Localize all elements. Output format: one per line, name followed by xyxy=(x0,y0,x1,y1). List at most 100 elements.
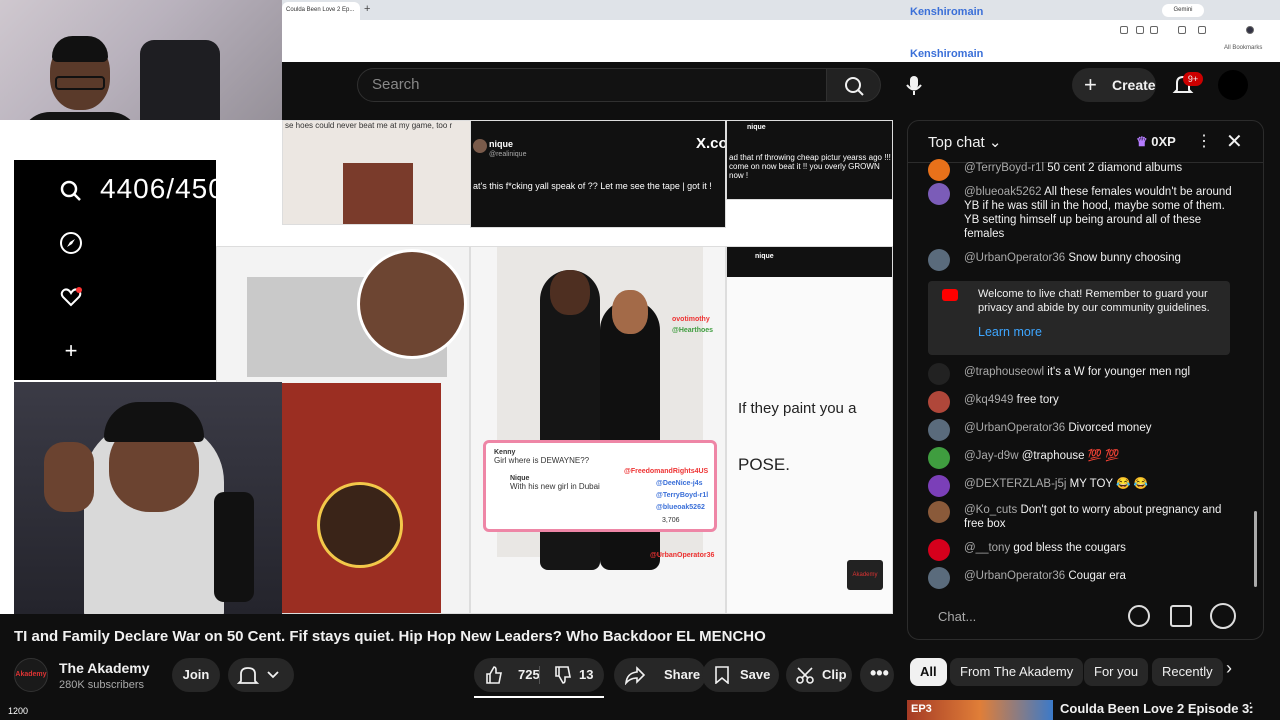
top-chat-dropdown[interactable]: Top chat ⌄ xyxy=(928,133,1001,151)
chat-author[interactable]: @TerryBoyd-r1l xyxy=(964,162,1044,174)
account-avatar[interactable] xyxy=(1218,70,1248,100)
chat-author[interactable]: @traphouseowl xyxy=(964,366,1044,378)
save-button[interactable]: Save xyxy=(702,658,779,692)
clip-button[interactable]: Clip xyxy=(786,658,852,692)
chat-text: 50 cent 2 diamond albums xyxy=(1047,162,1183,174)
bookmark-icon xyxy=(715,666,729,684)
microphone-icon[interactable] xyxy=(900,68,928,102)
chat-input[interactable]: Chat... xyxy=(938,609,976,624)
chat-scrollbar[interactable] xyxy=(1254,511,1257,587)
profile-icon[interactable] xyxy=(1246,26,1254,34)
chip-recently[interactable]: Recently xyxy=(1152,658,1223,686)
comment-user: Kenny xyxy=(494,449,516,456)
chat-message: @TerryBoyd-r1l 50 cent 2 diamond albums xyxy=(928,159,1238,181)
create-label: Create xyxy=(1112,77,1156,93)
chat-author[interactable]: @UrbanOperator36 xyxy=(964,252,1065,264)
extensions-icon[interactable] xyxy=(1178,26,1186,34)
post-header xyxy=(727,247,892,277)
overlay-username: @UrbanOperator36 xyxy=(650,552,715,559)
man-face xyxy=(550,270,590,315)
chat-message: @blueoak5262 All these females wouldn't … xyxy=(928,183,1238,243)
thumb-label: EP3 xyxy=(911,703,932,715)
chat-message: @__tony god bless the cougars xyxy=(928,539,1238,561)
chat-input-area[interactable]: Chat... xyxy=(908,591,1263,639)
streamer-webcam xyxy=(14,382,282,614)
chat-message: @Ko_cuts Don't got to worry about pregna… xyxy=(928,501,1238,533)
chat-avatar xyxy=(928,249,950,271)
overlay-username: @TerryBoyd-r1l xyxy=(656,492,709,499)
subscription-bell-button[interactable] xyxy=(228,658,294,692)
dislike-count: 13 xyxy=(579,667,594,682)
create-button[interactable]: + Create xyxy=(1072,68,1156,102)
post-user: nique xyxy=(747,124,766,131)
like-ratio-bar xyxy=(474,696,604,698)
close-chat-icon[interactable]: ✕ xyxy=(1226,129,1243,154)
woman-face xyxy=(612,290,648,334)
browser-tab[interactable]: Coulda Been Love 2 Ep... xyxy=(282,2,360,20)
chat-menu-icon[interactable]: ⋮ xyxy=(1196,131,1212,151)
reply-likes: 3,706 xyxy=(662,517,680,524)
chat-avatar xyxy=(928,447,950,469)
learn-more-link[interactable]: Learn more xyxy=(978,325,1220,339)
video-player[interactable]: se hoes could never beat me at my game, … xyxy=(0,120,893,614)
chat-message: @UrbanOperator36 Snow bunny choosing xyxy=(928,249,1238,271)
notification-badge: 9+ xyxy=(1183,72,1203,86)
chip-from-channel[interactable]: From The Akademy xyxy=(950,658,1084,686)
sidebar-icon[interactable] xyxy=(1198,26,1206,34)
overlay-username: @blueoak5262 xyxy=(656,504,705,511)
search-input[interactable]: Search xyxy=(357,68,827,102)
video-tile: nique xyxy=(726,246,893,614)
search-button[interactable] xyxy=(827,68,881,102)
post-caption: POSE. xyxy=(738,455,790,474)
dislike-button[interactable] xyxy=(553,665,573,690)
chat-author[interactable]: @__tony xyxy=(964,542,1010,554)
post-text: ad that nf throwing cheap pictur yearss … xyxy=(729,153,891,180)
chip-all[interactable]: All xyxy=(910,658,947,686)
chat-text: free tory xyxy=(1016,394,1059,406)
recommended-menu-icon[interactable]: ⋮ xyxy=(1244,700,1257,716)
chevron-down-icon: ⌄ xyxy=(988,134,1002,151)
thumbs-down-icon xyxy=(555,666,571,684)
chat-text: god bless the cougars xyxy=(1013,542,1126,554)
chip-for-you[interactable]: For you xyxy=(1084,658,1149,686)
more-actions-button[interactable]: ••• xyxy=(860,658,894,692)
channel-avatar[interactable]: Akademy xyxy=(14,658,48,692)
channel-name[interactable]: The Akademy xyxy=(59,660,150,676)
overlay-username: ovotimothy xyxy=(672,316,710,323)
chat-avatar xyxy=(928,539,950,561)
chat-message: @kq4949 free tory xyxy=(928,391,1238,413)
chat-author[interactable]: @Jay-d9w xyxy=(964,450,1019,462)
chat-avatar xyxy=(928,419,950,441)
overlay-username: @Hearthoes xyxy=(672,327,714,334)
chat-text: Cougar era xyxy=(1068,570,1126,582)
chevron-right-icon[interactable]: › xyxy=(1226,658,1232,679)
chat-message: @traphouseowl it's a W for younger men n… xyxy=(928,363,1238,385)
chat-author[interactable]: @blueoak5262 xyxy=(964,186,1042,198)
chat-author[interactable]: @Ko_cuts xyxy=(964,504,1017,516)
video-tile: nique ad that nf throwing cheap pictur y… xyxy=(726,120,893,200)
screenshot-icon[interactable] xyxy=(1136,26,1144,34)
star-icon[interactable] xyxy=(1150,26,1158,34)
share-button[interactable]: Share xyxy=(614,658,706,692)
chat-author[interactable]: @UrbanOperator36 xyxy=(964,422,1065,434)
recommended-thumbnail[interactable]: EP3 xyxy=(907,700,1053,720)
chat-text: MY TOY 😂 😂 xyxy=(1069,478,1148,490)
zoom-icon[interactable] xyxy=(1120,26,1128,34)
gemini-button[interactable]: Gemini xyxy=(1162,4,1204,17)
recommended-title[interactable]: Coulda Been Love 2 Episode 3: xyxy=(1060,701,1254,716)
welcome-text: Welcome to live chat! Remember to guard … xyxy=(978,288,1210,314)
join-button[interactable]: Join xyxy=(172,658,220,692)
plus-icon: + xyxy=(64,338,78,363)
heart-react-icon[interactable] xyxy=(1210,603,1236,629)
emoji-icon[interactable] xyxy=(1128,605,1150,627)
super-chat-icon[interactable] xyxy=(1170,605,1192,627)
channel-watermark: Akademy xyxy=(847,560,883,590)
chat-message: @UrbanOperator36 Divorced money xyxy=(928,419,1238,441)
all-bookmarks[interactable]: All Bookmarks xyxy=(1224,45,1262,51)
chat-avatar xyxy=(928,501,950,523)
new-tab-button[interactable]: + xyxy=(364,3,370,15)
chat-author[interactable]: @UrbanOperator36 xyxy=(964,570,1065,582)
chat-author[interactable]: @DEXTERZLAB-j5j xyxy=(964,478,1066,490)
xp-counter[interactable]: ♛ 0XP xyxy=(1136,134,1176,150)
chat-author[interactable]: @kq4949 xyxy=(964,394,1013,406)
